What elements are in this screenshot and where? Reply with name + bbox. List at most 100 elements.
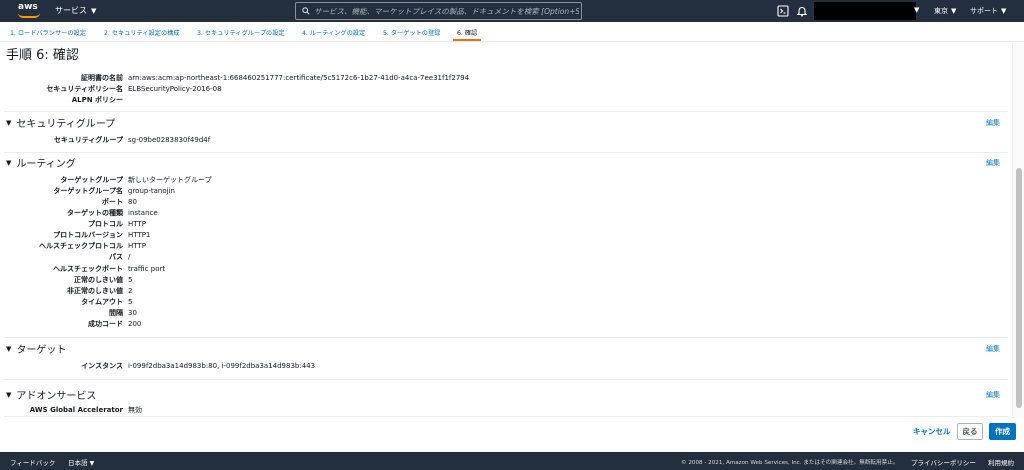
row-value: ELBSecurityPolicy-2016-08 <box>128 84 222 93</box>
support-menu[interactable]: サポート ▼ <box>970 6 1006 16</box>
row-label: 非正常のしきい値 <box>67 286 123 295</box>
detail-row: AWS Global Accelerator 無効 <box>0 404 1012 415</box>
row-label: ヘルスチェックプロトコル <box>39 241 123 250</box>
row-value: i-099f2dba3a14d983b:80, i-099f2dba3a14d9… <box>128 361 316 370</box>
search-input[interactable] <box>314 6 579 16</box>
region-menu[interactable]: 東京 ▼ <box>934 6 956 16</box>
row-value: 無効 <box>128 405 142 414</box>
edit-addons-link[interactable]: 編集 <box>986 390 1000 400</box>
row-value: sg-09be0283830f49d4f <box>128 135 211 144</box>
row-value: HTTP1 <box>128 230 151 239</box>
step-6-current: 6. 確認 <box>452 22 482 42</box>
back-button[interactable]: 戻る <box>957 423 983 440</box>
triangle-down-icon: ▼ <box>6 390 12 399</box>
detail-row: パス / <box>0 251 1012 262</box>
section-divider <box>4 379 1008 380</box>
top-navigation-bar: aws サービス ▼ ▼ 東京 ▼ サポート ▼ <box>0 0 1024 22</box>
search-box[interactable] <box>295 2 582 20</box>
detail-row: 証明書の名前 arn:aws:acm:ap-northeast-1:668460… <box>0 72 1012 83</box>
cloudshell-icon[interactable] <box>777 5 789 17</box>
edit-routing-link[interactable]: 編集 <box>986 158 1000 168</box>
row-label: 間隔 <box>109 308 123 317</box>
footer: フィードバック 日本語 ▼ © 2008 - 2021, Amazon Web … <box>0 452 1024 470</box>
detail-row: ヘルスチェックプロトコル HTTP <box>0 240 1012 251</box>
section-header-routing[interactable]: ▼ ルーティング <box>6 155 76 171</box>
section-divider <box>4 152 1008 153</box>
step-1-link[interactable]: 1. ロードバランサーの設定 <box>10 22 86 42</box>
caret-down-icon: ▼ <box>914 6 920 14</box>
aws-smile-icon <box>18 13 40 18</box>
content-bottom-divider <box>4 416 1008 417</box>
detail-row: ALPN ポリシー <box>0 94 1012 105</box>
detail-row: タイムアウト 5 <box>0 296 1012 307</box>
wizard-steps: 1. ロードバランサーの設定 2. セキュリティ設定の構成 3. セキュリティグ… <box>0 22 1024 42</box>
services-menu[interactable]: サービス ▼ <box>55 5 96 16</box>
step-4-link[interactable]: 4. ルーティングの設定 <box>302 22 365 42</box>
row-label: セキュリティグループ <box>53 135 123 144</box>
row-label: AWS Global Accelerator <box>29 405 123 414</box>
detail-row: 正常のしきい値 5 <box>0 274 1012 285</box>
row-value: arn:aws:acm:ap-northeast-1:668460251777:… <box>128 73 470 82</box>
section-title: セキュリティグループ <box>16 119 116 130</box>
caret-down-icon: ▼ <box>91 6 97 15</box>
row-label: ヘルスチェックポート <box>53 264 123 273</box>
row-label: 正常のしきい値 <box>74 275 123 284</box>
page-title: 手順 6: 確認 <box>6 48 79 63</box>
detail-row: ターゲットグループ名 group-tanojin <box>0 185 1012 196</box>
cancel-button[interactable]: キャンセル <box>913 426 951 437</box>
detail-row: ターゲットの種類 instance <box>0 207 1012 218</box>
row-value: 200 <box>128 319 142 328</box>
triangle-down-icon: ▼ <box>6 118 12 127</box>
vertical-scrollbar[interactable] <box>1012 43 1024 418</box>
row-value: HTTP <box>128 219 146 228</box>
section-divider <box>4 337 1008 338</box>
row-label: ターゲットグループ <box>60 175 123 184</box>
feedback-link[interactable]: フィードバック <box>10 457 55 467</box>
row-label: ターゲットの種類 <box>67 208 123 217</box>
row-value: / <box>128 252 131 261</box>
aws-logo-text: aws <box>18 2 38 12</box>
privacy-policy-link[interactable]: プライバシーポリシー <box>911 457 976 467</box>
step-2-link[interactable]: 2. セキュリティ設定の構成 <box>104 22 180 42</box>
step-3-link[interactable]: 3. セキュリティグループの設定 <box>197 22 285 42</box>
row-label: 証明書の名前 <box>81 73 123 82</box>
aws-logo[interactable]: aws <box>18 3 42 19</box>
detail-row: プロトコルバージョン HTTP1 <box>0 229 1012 240</box>
row-label: ALPN ポリシー <box>71 95 123 104</box>
step-5-link[interactable]: 5. ターゲットの登録 <box>383 22 440 42</box>
wizard-actions: キャンセル 戻る 作成 <box>0 422 1024 442</box>
row-value: 5 <box>128 297 133 306</box>
section-header-addons[interactable]: ▼ アドオンサービス <box>6 387 96 403</box>
detail-row: セキュリティポリシー名 ELBSecurityPolicy-2016-08 <box>0 83 1012 94</box>
detail-row: プロトコル HTTP <box>0 218 1012 229</box>
language-selector[interactable]: 日本語 ▼ <box>68 457 94 467</box>
caret-down-icon: ▼ <box>1001 7 1007 15</box>
edit-security-group-link[interactable]: 編集 <box>986 118 1000 128</box>
review-content: 証明書の名前 arn:aws:acm:ap-northeast-1:668460… <box>0 58 1012 416</box>
row-value: 5 <box>128 275 133 284</box>
detail-row: 非正常のしきい値 2 <box>0 285 1012 296</box>
bell-icon[interactable] <box>796 5 808 17</box>
account-menu-redacted[interactable] <box>814 2 916 20</box>
caret-down-icon: ▼ <box>951 7 957 15</box>
detail-row: 成功コード 200 <box>0 318 1012 329</box>
row-value: 30 <box>128 308 137 317</box>
terms-link[interactable]: 利用規約 <box>988 457 1014 467</box>
row-value: traffic port <box>128 264 166 273</box>
detail-row: ポート 80 <box>0 196 1012 207</box>
scrollbar-thumb[interactable] <box>1016 168 1022 408</box>
account-caret[interactable]: ▼ <box>914 6 919 14</box>
language-label: 日本語 <box>68 459 88 467</box>
detail-row: インスタンス i-099f2dba3a14d983b:80, i-099f2db… <box>0 360 1012 371</box>
create-button[interactable]: 作成 <box>989 423 1016 440</box>
triangle-down-icon: ▼ <box>6 344 12 353</box>
triangle-down-icon: ▼ <box>6 158 12 167</box>
row-label: インスタンス <box>81 361 123 370</box>
detail-row: ヘルスチェックポート traffic port <box>0 263 1012 274</box>
section-header-targets[interactable]: ▼ ターゲット <box>6 341 66 357</box>
section-header-security-group[interactable]: ▼ セキュリティグループ <box>6 115 116 131</box>
search-icon <box>302 7 310 15</box>
edit-targets-link[interactable]: 編集 <box>986 344 1000 354</box>
detail-row: ターゲットグループ 新しいターゲットグループ <box>0 174 1012 185</box>
row-value: group-tanojin <box>128 186 175 195</box>
